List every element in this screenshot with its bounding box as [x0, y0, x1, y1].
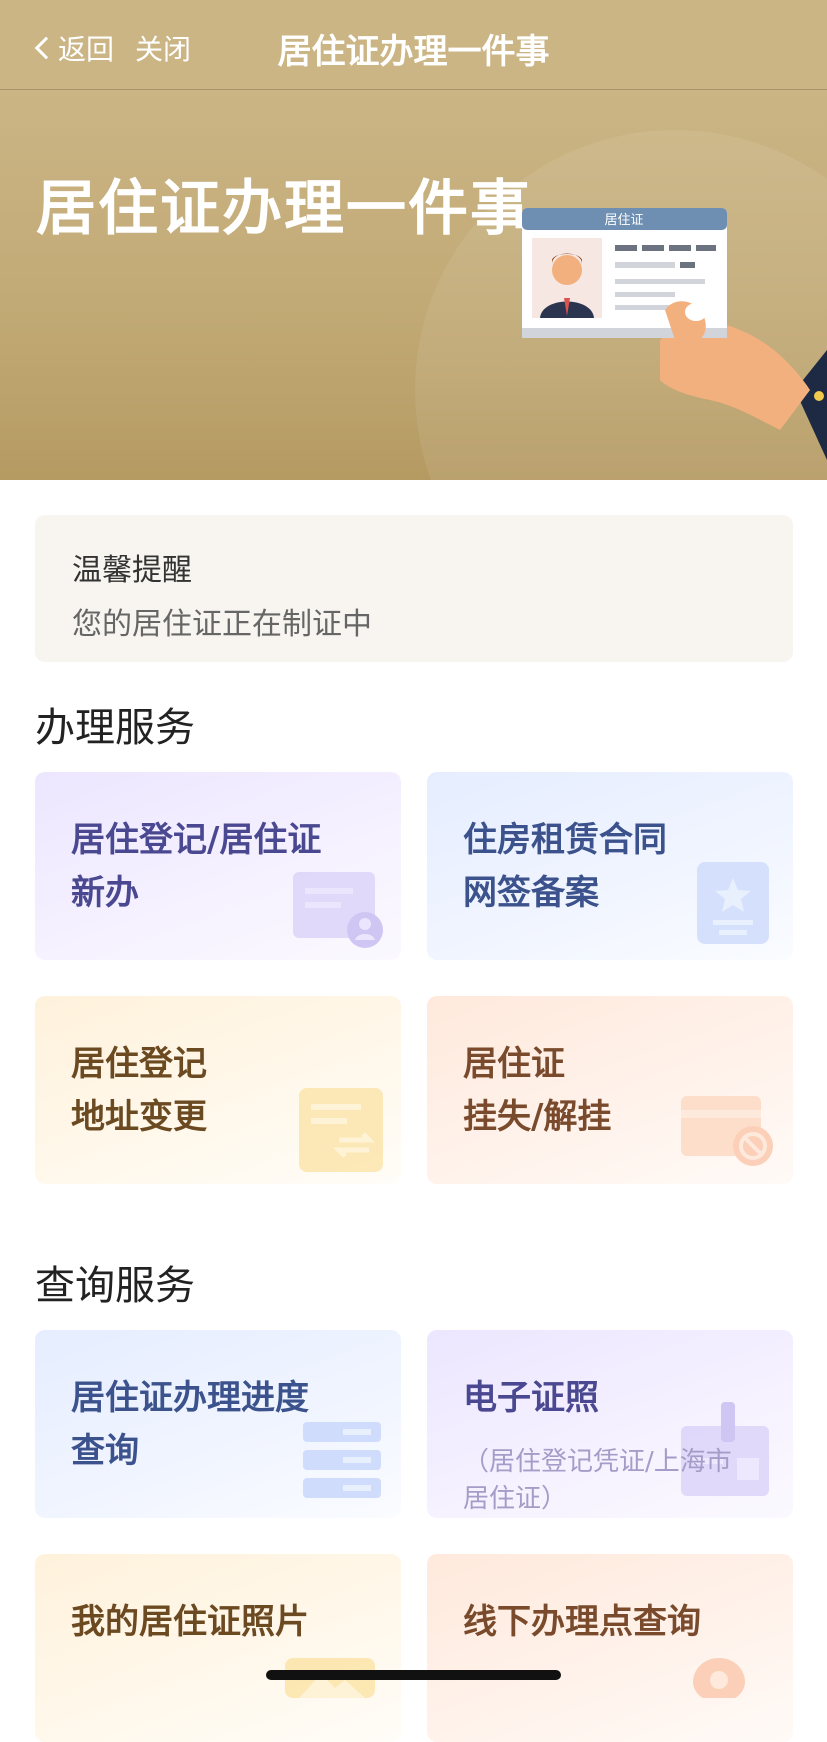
home-indicator: [266, 1670, 561, 1680]
service-card-residence-new[interactable]: 居住登记/居住证 新办: [35, 772, 401, 960]
service-card-offline-locations[interactable]: 线下办理点查询: [427, 1554, 793, 1742]
section-title-handle: 办理服务: [35, 705, 195, 751]
top-nav-bar: 返回 关闭 居住证办理一件事: [0, 0, 827, 90]
location-pin-icon: [693, 1658, 745, 1698]
page-title: 居住证办理一件事: [277, 32, 550, 72]
card-block-icon: [681, 1096, 773, 1166]
exchange-document-icon: [299, 1088, 383, 1172]
service-label: 居住登记/居住证 新办: [71, 820, 322, 913]
service-label: 线下办理点查询: [463, 1602, 701, 1642]
service-label: 居住证办理进度 查询: [71, 1378, 309, 1471]
service-card-address-change[interactable]: 居住登记 地址变更: [35, 996, 401, 1184]
service-card-report-loss[interactable]: 居住证 挂失/解挂: [427, 996, 793, 1184]
service-label: 居住登记 地址变更: [71, 1044, 207, 1137]
id-card-person-icon: [293, 872, 383, 948]
banner-title: 居住证办理一件事: [36, 174, 532, 244]
tip-title: 温馨提醒: [72, 553, 192, 588]
tip-text: 您的居住证正在制证中: [72, 607, 372, 642]
service-label: 居住证 挂失/解挂: [463, 1044, 612, 1137]
service-label: 电子证照: [463, 1378, 599, 1418]
service-label: 住房租赁合同 网签备案: [463, 820, 667, 913]
progress-list-icon: [303, 1422, 381, 1498]
card-header-text: 居住证: [604, 213, 643, 228]
section-title-query: 查询服务: [35, 1263, 195, 1309]
service-card-e-license[interactable]: 电子证照 （居住登记凭证/上海市 居住证）: [427, 1330, 793, 1518]
service-card-rental-contract[interactable]: 住房租赁合同 网签备案: [427, 772, 793, 960]
service-label: 我的居住证照片: [71, 1602, 309, 1642]
id-card-hand-illustration: 居住证: [522, 208, 827, 460]
star-document-icon: [697, 862, 769, 944]
hero-banner: 居住证办理一件事 居住证: [0, 90, 827, 480]
service-sublabel: （居住登记凭证/上海市 居住证）: [463, 1447, 732, 1514]
service-card-progress-query[interactable]: 居住证办理进度 查询: [35, 1330, 401, 1518]
tip-card: 温馨提醒 您的居住证正在制证中: [35, 515, 793, 662]
service-card-my-photo[interactable]: 我的居住证照片: [35, 1554, 401, 1742]
